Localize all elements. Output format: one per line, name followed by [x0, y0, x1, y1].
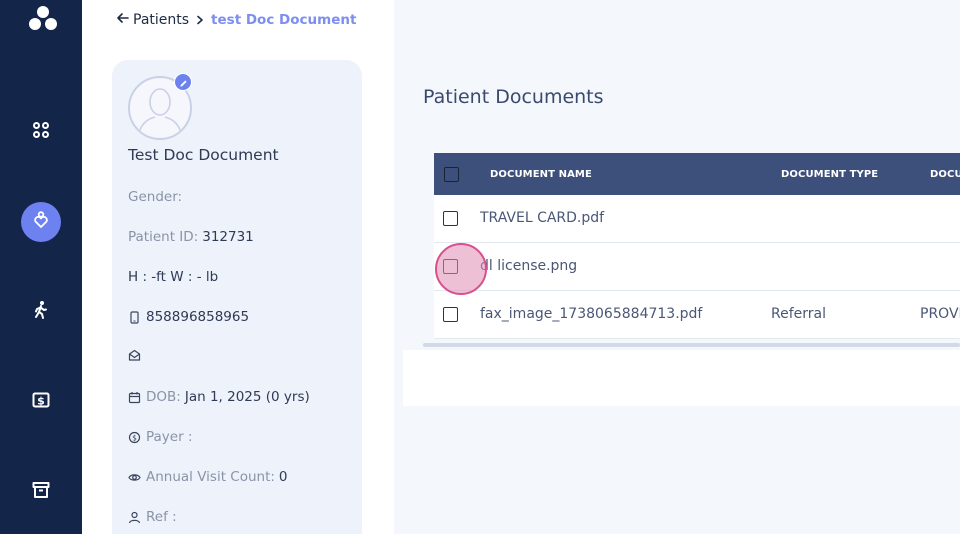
email-row [128, 349, 146, 362]
row-checkbox[interactable] [443, 211, 458, 226]
row-checkbox[interactable] [443, 307, 458, 322]
column-header-document-name[interactable]: DOCUMENT NAME [490, 169, 592, 180]
documents-table: DOCUMENT NAME DOCUMENT TYPE DOCU TRAVEL … [434, 153, 960, 339]
phone-icon [128, 310, 141, 324]
height-weight-value: H : -ft W : - lb [128, 269, 219, 285]
gender-row: Gender: [128, 189, 186, 205]
gender-label: Gender: [128, 189, 183, 205]
empty-panel [403, 350, 960, 406]
app-logo-icon[interactable] [27, 4, 59, 34]
nav-rail: $ [0, 0, 82, 534]
row-checkbox[interactable] [443, 259, 458, 274]
dob-row: DOB: Jan 1, 2025 (0 yrs) [128, 389, 310, 405]
nav-billing[interactable]: $ [21, 382, 61, 422]
nav-patients[interactable] [21, 202, 61, 242]
patient-id-value: 312731 [202, 229, 254, 245]
breadcrumb-current: test Doc Document [211, 12, 357, 28]
page-title: Patient Documents [423, 86, 604, 108]
svg-text:$: $ [132, 433, 137, 442]
visit-count-row: Annual Visit Count: 0 [128, 469, 288, 485]
column-header-third[interactable]: DOCU [930, 169, 960, 180]
back-link[interactable]: Patients [116, 11, 189, 29]
document-name-cell[interactable]: dl license.png [480, 258, 577, 274]
document-name-cell[interactable]: fax_image_1738065884713.pdf [480, 306, 702, 322]
table-scrollbar[interactable] [423, 343, 960, 347]
visit-count-value: 0 [278, 469, 288, 485]
document-third-cell: PROVI [920, 306, 960, 322]
patient-id-row: Patient ID: 312731 [128, 229, 254, 245]
phone-row: 858896858965 [128, 309, 249, 325]
nav-dashboard[interactable] [21, 112, 61, 152]
payer-label: Payer : [146, 429, 193, 445]
calendar-icon [128, 391, 141, 404]
envelope-icon [128, 349, 141, 362]
patient-name: Test Doc Document [128, 146, 279, 164]
nav-archive[interactable] [21, 472, 61, 512]
nav-activity[interactable] [21, 292, 61, 332]
document-type-cell: Referral [771, 306, 826, 322]
arrow-left-icon [116, 11, 133, 29]
person-icon [128, 511, 141, 524]
ref-label: Ref : [146, 509, 177, 525]
select-all-checkbox[interactable] [444, 167, 459, 182]
table-header: DOCUMENT NAME DOCUMENT TYPE DOCU [434, 153, 960, 195]
payer-row: $ Payer : [128, 429, 197, 445]
pencil-icon [179, 73, 188, 92]
edit-avatar-button[interactable] [174, 73, 192, 91]
phone-value: 858896858965 [146, 309, 250, 325]
ref-row: Ref : [128, 509, 181, 525]
table-row[interactable]: dl license.png [434, 243, 960, 291]
coin-icon: $ [128, 431, 141, 444]
breadcrumb: Patients test Doc Document [116, 11, 356, 29]
visit-count-label: Annual Visit Count: [146, 469, 275, 485]
table-row[interactable]: fax_image_1738065884713.pdf Referral PRO… [434, 291, 960, 339]
eye-icon [128, 471, 141, 484]
chevron-right-icon [195, 15, 205, 25]
patient-card: Test Doc Document Gender: Patient ID: 31… [112, 60, 362, 534]
archive-icon [31, 480, 51, 504]
grid-icon [31, 120, 51, 144]
column-header-document-type[interactable]: DOCUMENT TYPE [781, 169, 878, 180]
svg-text:$: $ [37, 395, 45, 408]
height-weight-row: H : -ft W : - lb [128, 269, 218, 285]
table-row[interactable]: TRAVEL CARD.pdf [434, 195, 960, 243]
patient-id-label: Patient ID: [128, 229, 199, 245]
document-name-cell[interactable]: TRAVEL CARD.pdf [480, 210, 604, 226]
heart-person-icon [31, 210, 51, 234]
walking-icon [31, 300, 51, 324]
dob-value: Jan 1, 2025 (0 yrs) [184, 389, 310, 405]
dollar-icon: $ [31, 390, 51, 414]
breadcrumb-patients[interactable]: Patients [133, 12, 189, 28]
dob-label: DOB: [146, 389, 181, 405]
